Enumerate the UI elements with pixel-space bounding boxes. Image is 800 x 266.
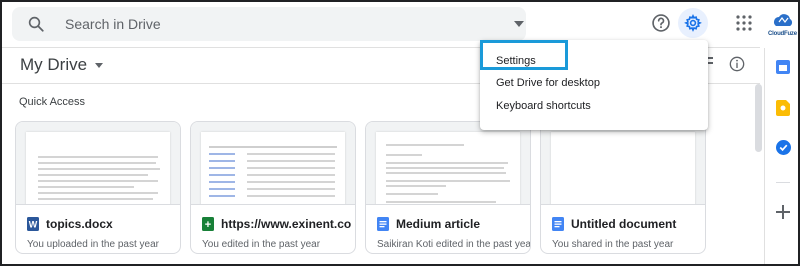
docs-icon	[377, 217, 389, 231]
docs-icon	[552, 217, 564, 231]
search-bar[interactable]: Search in Drive	[12, 7, 526, 41]
file-name: topics.docx	[46, 217, 113, 231]
file-name: Medium article	[396, 217, 481, 231]
quick-access-heading: Quick Access	[19, 96, 86, 108]
file-card-topics[interactable]: W topics.docx You uploaded in the past y…	[15, 121, 181, 254]
file-card-medium-article[interactable]: Medium article Saikiran Koti edited in t…	[365, 121, 531, 254]
document-preview	[26, 132, 170, 204]
calendar-icon[interactable]	[776, 60, 790, 74]
help-icon[interactable]	[651, 13, 671, 33]
settings-button[interactable]	[678, 8, 708, 38]
file-thumbnail	[191, 122, 355, 205]
apps-grid-icon[interactable]	[736, 15, 752, 31]
search-icon	[28, 16, 44, 32]
tasks-icon[interactable]	[776, 140, 791, 155]
file-thumbnail	[541, 122, 705, 205]
info-icon[interactable]	[729, 56, 745, 72]
file-activity: You shared in the past year	[552, 239, 674, 250]
search-input[interactable]: Search in Drive	[65, 16, 161, 32]
settings-menu: Settings Get Drive for desktop Keyboard …	[480, 40, 708, 130]
file-name: Untitled document	[571, 217, 677, 231]
svg-text:+: +	[205, 219, 211, 231]
document-preview	[376, 132, 520, 204]
file-card-untitled-document[interactable]: Untitled document You shared in the past…	[540, 121, 706, 254]
file-name: https://www.exinent.com/ ...	[221, 217, 351, 231]
spreadsheet-preview	[201, 132, 345, 204]
gear-icon	[684, 14, 702, 32]
menu-item-get-drive-for-desktop[interactable]: Get Drive for desktop	[496, 77, 600, 89]
file-thumbnail	[16, 122, 180, 205]
page-title: My Drive	[20, 55, 88, 74]
side-panel	[764, 48, 800, 266]
chevron-down-icon	[95, 62, 104, 68]
brand-label: CloudFuze	[768, 31, 797, 37]
side-panel-divider	[776, 182, 790, 183]
svg-text:W: W	[29, 220, 38, 230]
file-card-exinent[interactable]: + https://www.exinent.com/ ... You edite…	[190, 121, 356, 254]
document-preview	[551, 132, 695, 204]
scrollbar[interactable]	[755, 84, 762, 152]
search-options-caret-icon[interactable]	[514, 21, 524, 27]
file-thumbnail	[366, 122, 530, 205]
menu-item-settings[interactable]: Settings	[496, 55, 536, 67]
file-activity: Saikiran Koti edited in the past year	[377, 239, 531, 250]
add-icon[interactable]	[776, 205, 790, 219]
keep-icon[interactable]	[776, 100, 790, 116]
my-drive-dropdown[interactable]: My Drive	[20, 55, 104, 75]
word-doc-icon: W	[27, 217, 39, 231]
menu-item-keyboard-shortcuts[interactable]: Keyboard shortcuts	[496, 100, 591, 112]
sheets-icon: +	[202, 217, 214, 231]
file-activity: You uploaded in the past year	[27, 239, 159, 250]
file-activity: You edited in the past year	[202, 239, 321, 250]
